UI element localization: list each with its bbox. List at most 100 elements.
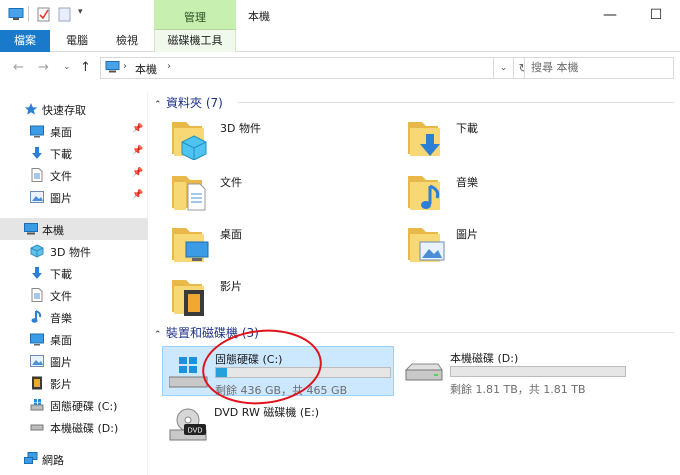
group-divider bbox=[238, 102, 674, 103]
breadcrumb-chevron-icon[interactable]: › bbox=[123, 61, 127, 72]
pin-icon: 📌 bbox=[132, 168, 144, 178]
dvd-label: DVD bbox=[188, 428, 203, 435]
pin-icon: 📌 bbox=[132, 190, 144, 200]
collapse-chevron-icon[interactable]: ⌃ bbox=[154, 330, 166, 340]
breadcrumb-item[interactable]: 本機 bbox=[135, 61, 157, 77]
folder-downloads[interactable]: 下載 bbox=[404, 114, 614, 166]
sidebar-item-pc-pictures[interactable]: 圖片 bbox=[0, 350, 148, 372]
tab-drive-tools[interactable]: 磁碟機工具 bbox=[154, 30, 236, 52]
computer-icon bbox=[105, 61, 120, 77]
sidebar-item-drive-c[interactable]: 固態硬碟 (C:) bbox=[0, 394, 148, 416]
navigation-pane: 快速存取 桌面 📌 下載 📌 文件 📌 圖片 📌 本機 3D 物件 下載 文件 … bbox=[0, 92, 148, 475]
pin-icon: 📌 bbox=[132, 146, 144, 156]
maximize-button[interactable]: ☐ bbox=[642, 4, 670, 26]
address-bar[interactable]: › 本機 › bbox=[100, 57, 494, 79]
breadcrumb-chevron-icon[interactable]: › bbox=[167, 61, 171, 72]
sidebar-item-downloads[interactable]: 下載 📌 bbox=[0, 142, 148, 164]
drive-name: 本機磁碟 (D:) bbox=[450, 352, 519, 365]
picture-icon bbox=[30, 190, 44, 204]
dvd-drive-icon: DVD bbox=[168, 408, 208, 442]
tab-view[interactable]: 檢視 bbox=[116, 30, 138, 52]
network-icon bbox=[24, 452, 38, 466]
minimize-button[interactable]: — bbox=[596, 4, 624, 26]
folders-group-header[interactable]: ⌃ 資料夾 (7) bbox=[154, 94, 223, 114]
file-tab[interactable]: 檔案 bbox=[0, 30, 50, 52]
qat-divider bbox=[28, 6, 29, 22]
folder-documents[interactable]: 文件 bbox=[168, 168, 378, 220]
computer-icon bbox=[8, 8, 24, 24]
up-arrow-icon[interactable]: ↑ bbox=[80, 60, 91, 75]
recent-locations-icon[interactable]: ⌄ bbox=[63, 62, 71, 72]
search-input[interactable]: 搜尋 本機 bbox=[524, 57, 674, 79]
picture-icon bbox=[30, 354, 44, 368]
address-dropdown-icon[interactable]: ⌄ bbox=[494, 57, 514, 79]
drive-d[interactable]: 本機磁碟 (D:) 剩餘 1.81 TB，共 1.81 TB bbox=[398, 346, 628, 396]
folder-label: 影片 bbox=[220, 280, 242, 293]
hard-drive-icon bbox=[30, 420, 44, 434]
windows-drive-icon bbox=[30, 398, 44, 412]
desktop-icon bbox=[30, 124, 44, 138]
group-title: 資料夾 (7) bbox=[166, 96, 223, 110]
folder-3d-objects[interactable]: 3D 物件 bbox=[168, 114, 378, 166]
properties-icon[interactable] bbox=[37, 7, 51, 25]
back-arrow-icon[interactable]: ← bbox=[13, 60, 24, 75]
folder-document-icon bbox=[168, 168, 214, 214]
folder-music[interactable]: 音樂 bbox=[404, 168, 614, 220]
forward-arrow-icon[interactable]: → bbox=[38, 60, 49, 75]
document-icon bbox=[30, 288, 44, 302]
sidebar-item-desktop[interactable]: 桌面 📌 bbox=[0, 120, 148, 142]
folder-pictures[interactable]: 圖片 bbox=[404, 220, 614, 272]
sidebar-item-label: 固態硬碟 (C:) bbox=[50, 400, 118, 413]
sidebar-item-label: 桌面 bbox=[50, 126, 72, 139]
sidebar-item-pc-downloads[interactable]: 下載 bbox=[0, 262, 148, 284]
download-arrow-icon bbox=[30, 266, 44, 280]
drive-usage-bar bbox=[450, 366, 626, 377]
sidebar-item-label: 文件 bbox=[50, 170, 72, 183]
sidebar-item-label: 圖片 bbox=[50, 356, 72, 369]
sidebar-item-label: 快速存取 bbox=[42, 104, 86, 117]
sidebar-item-drive-d[interactable]: 本機磁碟 (D:) bbox=[0, 416, 148, 438]
sidebar-item-pictures[interactable]: 圖片 📌 bbox=[0, 186, 148, 208]
cube-icon bbox=[30, 244, 44, 258]
navigation-bar: ← → ⌄ ↑ › 本機 › ⌄ ↻ 搜尋 本機 bbox=[0, 53, 680, 83]
sidebar-item-documents[interactable]: 文件 📌 bbox=[0, 164, 148, 186]
folder-label: 文件 bbox=[220, 176, 242, 189]
context-tab-manage[interactable]: 管理 bbox=[154, 0, 236, 30]
computer-icon bbox=[24, 222, 38, 236]
sidebar-item-label: 下載 bbox=[50, 268, 72, 281]
collapse-chevron-icon[interactable]: ⌃ bbox=[154, 100, 166, 110]
folder-label: 音樂 bbox=[456, 176, 478, 189]
sidebar-item-this-pc[interactable]: 本機 bbox=[0, 218, 148, 240]
folder-desktop[interactable]: 桌面 bbox=[168, 220, 378, 272]
sidebar-item-music[interactable]: 音樂 bbox=[0, 306, 148, 328]
title-bar: ▾ 管理 本機 — ☐ bbox=[0, 0, 680, 30]
sidebar-item-label: 桌面 bbox=[50, 334, 72, 347]
content-pane: ⌃ 資料夾 (7) 3D 物件 下載 文件 音樂 桌面 圖片 影片 ⌃ 裝置和磁碟機… bbox=[150, 86, 680, 475]
drive-dvd-e[interactable]: DVD DVD RW 磁碟機 (E:) bbox=[162, 400, 394, 450]
sidebar-item-pc-desktop[interactable]: 桌面 bbox=[0, 328, 148, 350]
sidebar-item-quick-access[interactable]: 快速存取 bbox=[0, 98, 148, 120]
sidebar-item-label: 本機 bbox=[42, 224, 64, 237]
drive-name: DVD RW 磁碟機 (E:) bbox=[214, 406, 320, 419]
sidebar-item-label: 本機磁碟 (D:) bbox=[50, 422, 119, 435]
sidebar-item-pc-documents[interactable]: 文件 bbox=[0, 284, 148, 306]
sidebar-item-videos[interactable]: 影片 bbox=[0, 372, 148, 394]
sidebar-item-label: 下載 bbox=[50, 148, 72, 161]
star-icon bbox=[24, 102, 38, 116]
folder-cube-icon bbox=[168, 114, 214, 161]
folder-label: 3D 物件 bbox=[220, 122, 261, 135]
new-folder-icon[interactable] bbox=[58, 7, 72, 25]
folder-picture-icon bbox=[404, 220, 450, 266]
sidebar-item-3d-objects[interactable]: 3D 物件 bbox=[0, 240, 148, 262]
folder-film-icon bbox=[168, 272, 214, 318]
tab-computer[interactable]: 電腦 bbox=[66, 30, 88, 52]
qat-customize-icon[interactable]: ▾ bbox=[78, 7, 83, 17]
sidebar-item-network[interactable]: 網路 bbox=[0, 448, 148, 470]
sidebar-item-label: 3D 物件 bbox=[50, 246, 91, 259]
sidebar-item-label: 網路 bbox=[42, 454, 64, 467]
sidebar-item-label: 影片 bbox=[50, 378, 72, 391]
hard-drive-icon bbox=[404, 354, 444, 388]
folder-label: 桌面 bbox=[220, 228, 242, 241]
folder-videos[interactable]: 影片 bbox=[168, 272, 378, 324]
folder-label: 下載 bbox=[456, 122, 478, 135]
